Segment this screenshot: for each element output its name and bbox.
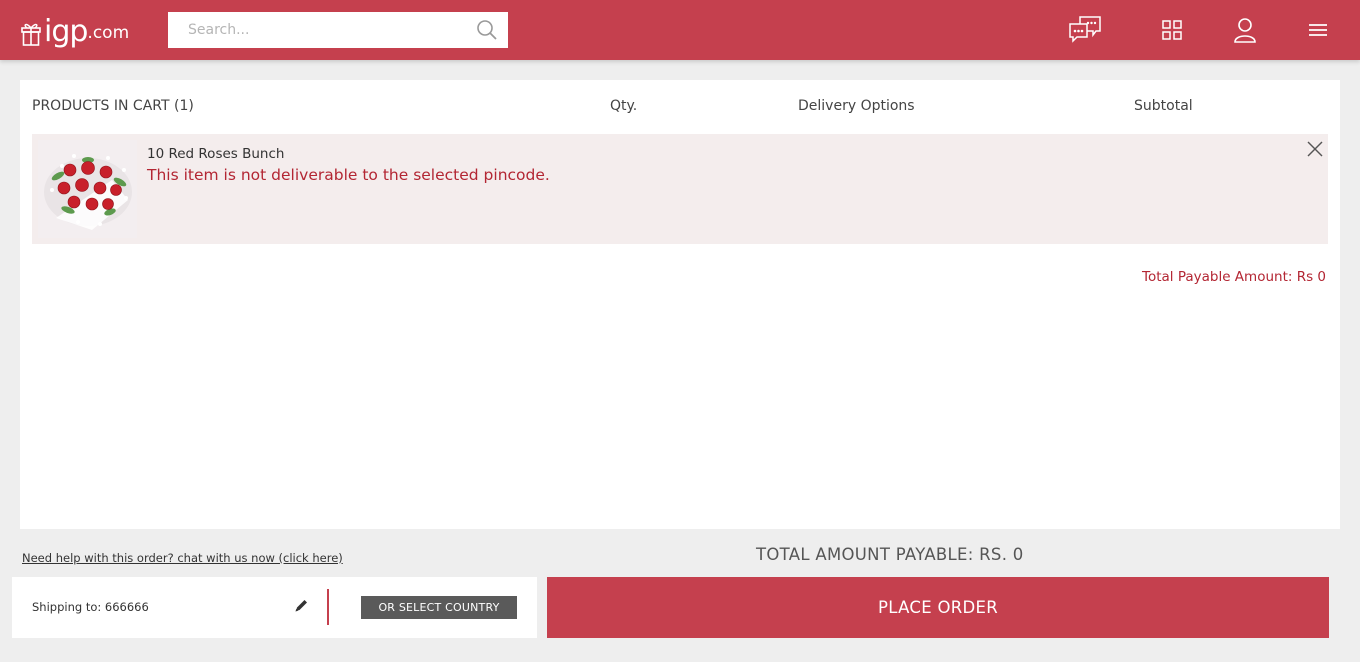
total-payable-amount: Total Payable Amount: Rs 0 [1142, 269, 1326, 285]
chat-help-link[interactable]: Need help with this order? chat with us … [22, 551, 343, 565]
grid-icon[interactable] [1160, 14, 1184, 46]
hamburger-menu-icon[interactable] [1306, 14, 1330, 46]
total-amount-payable: TOTAL AMOUNT PAYABLE: RS. 0 [756, 545, 1024, 564]
column-subtotal: Subtotal [1134, 98, 1193, 114]
cart-panel: PRODUCTS IN CART (1) Qty. Delivery Optio… [20, 80, 1340, 529]
cart-table-header: PRODUCTS IN CART (1) Qty. Delivery Optio… [32, 98, 1328, 118]
close-icon[interactable] [1306, 140, 1324, 158]
delivery-error-message: This item is not deliverable to the sele… [147, 166, 550, 184]
place-order-button[interactable]: PLACE ORDER [547, 577, 1329, 638]
cart-item-row: 10 Red Roses Bunch This item is not deli… [32, 134, 1328, 244]
product-name[interactable]: 10 Red Roses Bunch [147, 146, 284, 162]
logo-suffix: .com [87, 23, 130, 43]
logo-text: igp [44, 14, 88, 49]
shipping-box: Shipping to: 666666 OR SELECT COUNTRY [12, 577, 537, 638]
top-navbar: igp .com [0, 0, 1360, 60]
shipping-pincode: Shipping to: 666666 [32, 600, 149, 614]
search-icon[interactable] [476, 19, 498, 41]
user-icon[interactable] [1232, 14, 1258, 46]
roses-bouquet-image [38, 140, 137, 238]
igp-logo[interactable]: igp .com [20, 11, 129, 47]
select-country-button[interactable]: OR SELECT COUNTRY [361, 596, 517, 619]
search-bar [168, 12, 508, 48]
column-qty: Qty. [610, 98, 638, 114]
gift-logo-icon [21, 23, 41, 46]
product-image[interactable] [38, 140, 137, 238]
shipping-divider [327, 589, 329, 625]
chat-icon[interactable] [1066, 14, 1104, 46]
pencil-edit-icon[interactable] [293, 598, 309, 614]
search-input[interactable] [168, 12, 476, 48]
column-products: PRODUCTS IN CART (1) [32, 98, 194, 114]
column-delivery-options: Delivery Options [798, 98, 915, 114]
